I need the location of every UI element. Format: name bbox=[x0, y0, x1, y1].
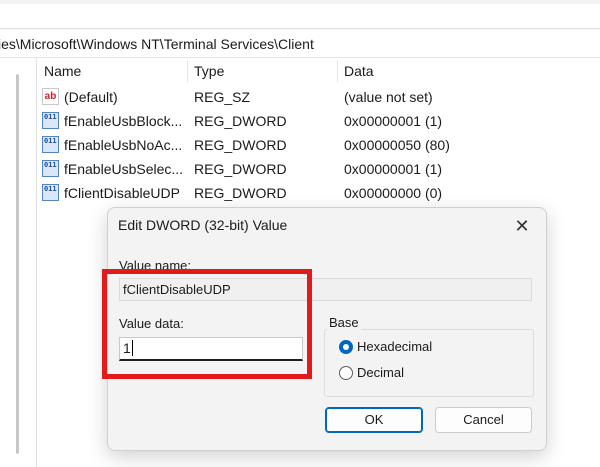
value-data-text: 1 bbox=[123, 340, 131, 356]
value-type: REG_DWORD bbox=[194, 113, 287, 129]
value-type: REG_DWORD bbox=[194, 161, 287, 177]
column-divider[interactable] bbox=[337, 60, 338, 82]
value-name-text: fClientDisableUDP bbox=[123, 282, 231, 297]
value-type: REG_DWORD bbox=[194, 185, 287, 201]
table-row[interactable]: 011 fEnableUsbSelec... REG_DWORD 0x00000… bbox=[37, 157, 600, 181]
hexadecimal-radio-label[interactable]: Hexadecimal bbox=[357, 339, 432, 354]
value-name: fEnableUsbBlock... bbox=[64, 113, 183, 129]
text-caret bbox=[131, 340, 133, 356]
decimal-radio-label[interactable]: Decimal bbox=[357, 365, 404, 380]
table-row[interactable]: ab (Default) REG_SZ (value not set) bbox=[37, 85, 600, 109]
string-value-icon: ab bbox=[42, 88, 59, 105]
binary-value-icon: 011 bbox=[42, 184, 59, 201]
value-name: fEnableUsbSelec... bbox=[64, 161, 184, 177]
column-header-data[interactable]: Data bbox=[344, 58, 374, 84]
value-data: 0x00000050 (80) bbox=[344, 137, 450, 153]
address-path: ies\Microsoft\Windows NT\Terminal Servic… bbox=[0, 36, 314, 52]
close-icon[interactable]: ✕ bbox=[506, 212, 538, 240]
table-row[interactable]: 011 fEnableUsbNoAc... REG_DWORD 0x000000… bbox=[37, 133, 600, 157]
value-data-label: Value data: bbox=[119, 316, 184, 331]
table-row[interactable]: 011 fClientDisableUDP REG_DWORD 0x000000… bbox=[37, 181, 600, 205]
value-name: fClientDisableUDP bbox=[64, 185, 180, 201]
window-top-bar bbox=[0, 0, 600, 30]
value-data: 0x00000001 (1) bbox=[344, 113, 443, 129]
value-type: REG_DWORD bbox=[194, 137, 287, 153]
value-data: 0x00000001 (1) bbox=[344, 161, 443, 177]
edit-dword-dialog: Edit DWORD (32-bit) Value ✕ Value name: … bbox=[107, 207, 547, 451]
column-header-name[interactable]: Name bbox=[44, 58, 81, 84]
value-data: 0x00000000 (0) bbox=[344, 185, 443, 201]
registry-tree-pane[interactable] bbox=[0, 58, 37, 467]
cancel-button[interactable]: Cancel bbox=[435, 407, 532, 433]
binary-value-icon: 011 bbox=[42, 160, 59, 177]
value-name-field: fClientDisableUDP bbox=[119, 278, 532, 301]
ok-button[interactable]: OK bbox=[325, 407, 423, 433]
column-divider[interactable] bbox=[187, 60, 188, 82]
value-name: fEnableUsbNoAc... bbox=[64, 137, 183, 153]
value-name-label: Value name: bbox=[119, 258, 192, 273]
value-type: REG_SZ bbox=[194, 89, 251, 105]
decimal-radio[interactable] bbox=[339, 366, 353, 380]
value-data: (value not set) bbox=[344, 89, 433, 105]
address-bar[interactable]: ies\Microsoft\Windows NT\Terminal Servic… bbox=[0, 31, 600, 58]
column-header-type[interactable]: Type bbox=[194, 58, 224, 84]
table-row[interactable]: 011 fEnableUsbBlock... REG_DWORD 0x00000… bbox=[37, 109, 600, 133]
binary-value-icon: 011 bbox=[42, 112, 59, 129]
value-data-input[interactable]: 1 bbox=[119, 337, 303, 361]
hexadecimal-radio[interactable] bbox=[339, 340, 353, 354]
value-name: (Default) bbox=[64, 89, 118, 105]
dialog-title: Edit DWORD (32-bit) Value bbox=[118, 217, 288, 233]
binary-value-icon: 011 bbox=[42, 136, 59, 153]
tree-scrollbar[interactable] bbox=[16, 74, 19, 454]
base-label: Base bbox=[327, 315, 361, 330]
toolbar-area bbox=[0, 4, 600, 29]
